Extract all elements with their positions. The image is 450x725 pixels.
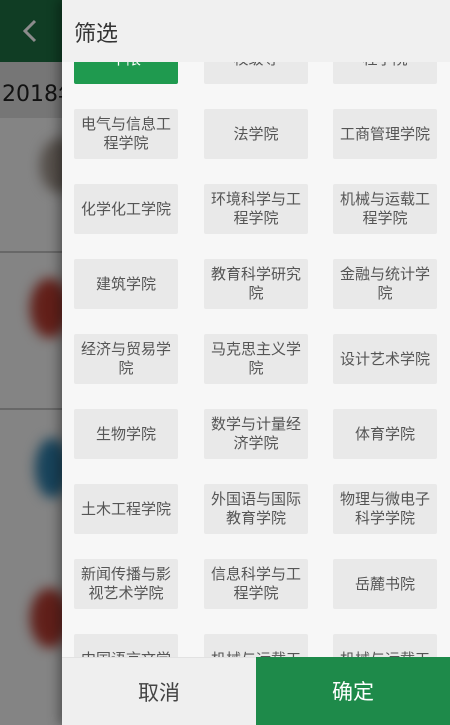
college-chip[interactable]: 体育学院 xyxy=(333,409,437,459)
college-chip[interactable]: 马克思主义学院 xyxy=(204,334,308,384)
college-chip[interactable]: 建筑学院 xyxy=(74,259,178,309)
filter-drawer: 筛选 不限 校级等 程学院电气与信息工程学院法学院工商管理学院化学化工学院环境科学与… xyxy=(62,0,450,725)
college-chip[interactable]: 程学院 xyxy=(333,62,437,84)
college-chip[interactable]: 电气与信息工程学院 xyxy=(74,109,178,159)
drawer-title: 筛选 xyxy=(74,22,119,47)
college-chip[interactable]: 数学与计量经济学院 xyxy=(204,409,308,459)
college-chip[interactable]: 土木工程学院 xyxy=(74,484,178,534)
college-chip[interactable]: 新闻传播与影视艺术学院 xyxy=(74,559,178,609)
college-chip[interactable]: 物理与微电子科学学院 xyxy=(333,484,437,534)
college-chip[interactable]: 机械与运载工 xyxy=(333,634,437,657)
chip-grid-scroll[interactable]: 不限 校级等 程学院电气与信息工程学院法学院工商管理学院化学化工学院环境科学与工程学… xyxy=(62,62,450,657)
college-chip[interactable]: 金融与统计学院 xyxy=(333,259,437,309)
college-chip[interactable]: 中国语言文学 xyxy=(74,634,178,657)
confirm-button[interactable]: 确定 xyxy=(256,657,450,725)
drawer-footer: 取消 确定 xyxy=(62,657,450,725)
college-chip[interactable]: 环境科学与工程学院 xyxy=(204,184,308,234)
college-chip[interactable]: 岳麓书院 xyxy=(333,559,437,609)
college-chip[interactable]: 外国语与国际教育学院 xyxy=(204,484,308,534)
college-chip[interactable]: 校级等 xyxy=(204,62,308,84)
college-chip[interactable]: 设计艺术学院 xyxy=(333,334,437,384)
college-chip[interactable]: 不限 xyxy=(74,62,178,84)
cancel-button[interactable]: 取消 xyxy=(62,657,256,725)
college-chip[interactable]: 教育科学研究院 xyxy=(204,259,308,309)
college-chip[interactable]: 机械与运载工 xyxy=(204,634,308,657)
college-chip[interactable]: 生物学院 xyxy=(74,409,178,459)
drawer-title-bar: 筛选 xyxy=(62,0,450,63)
college-chip[interactable]: 工商管理学院 xyxy=(333,109,437,159)
college-chip[interactable]: 机械与运载工程学院 xyxy=(333,184,437,234)
college-chip[interactable]: 信息科学与工程学院 xyxy=(204,559,308,609)
college-chip[interactable]: 化学化工学院 xyxy=(74,184,178,234)
college-chip[interactable]: 法学院 xyxy=(204,109,308,159)
college-chip[interactable]: 经济与贸易学院 xyxy=(74,334,178,384)
